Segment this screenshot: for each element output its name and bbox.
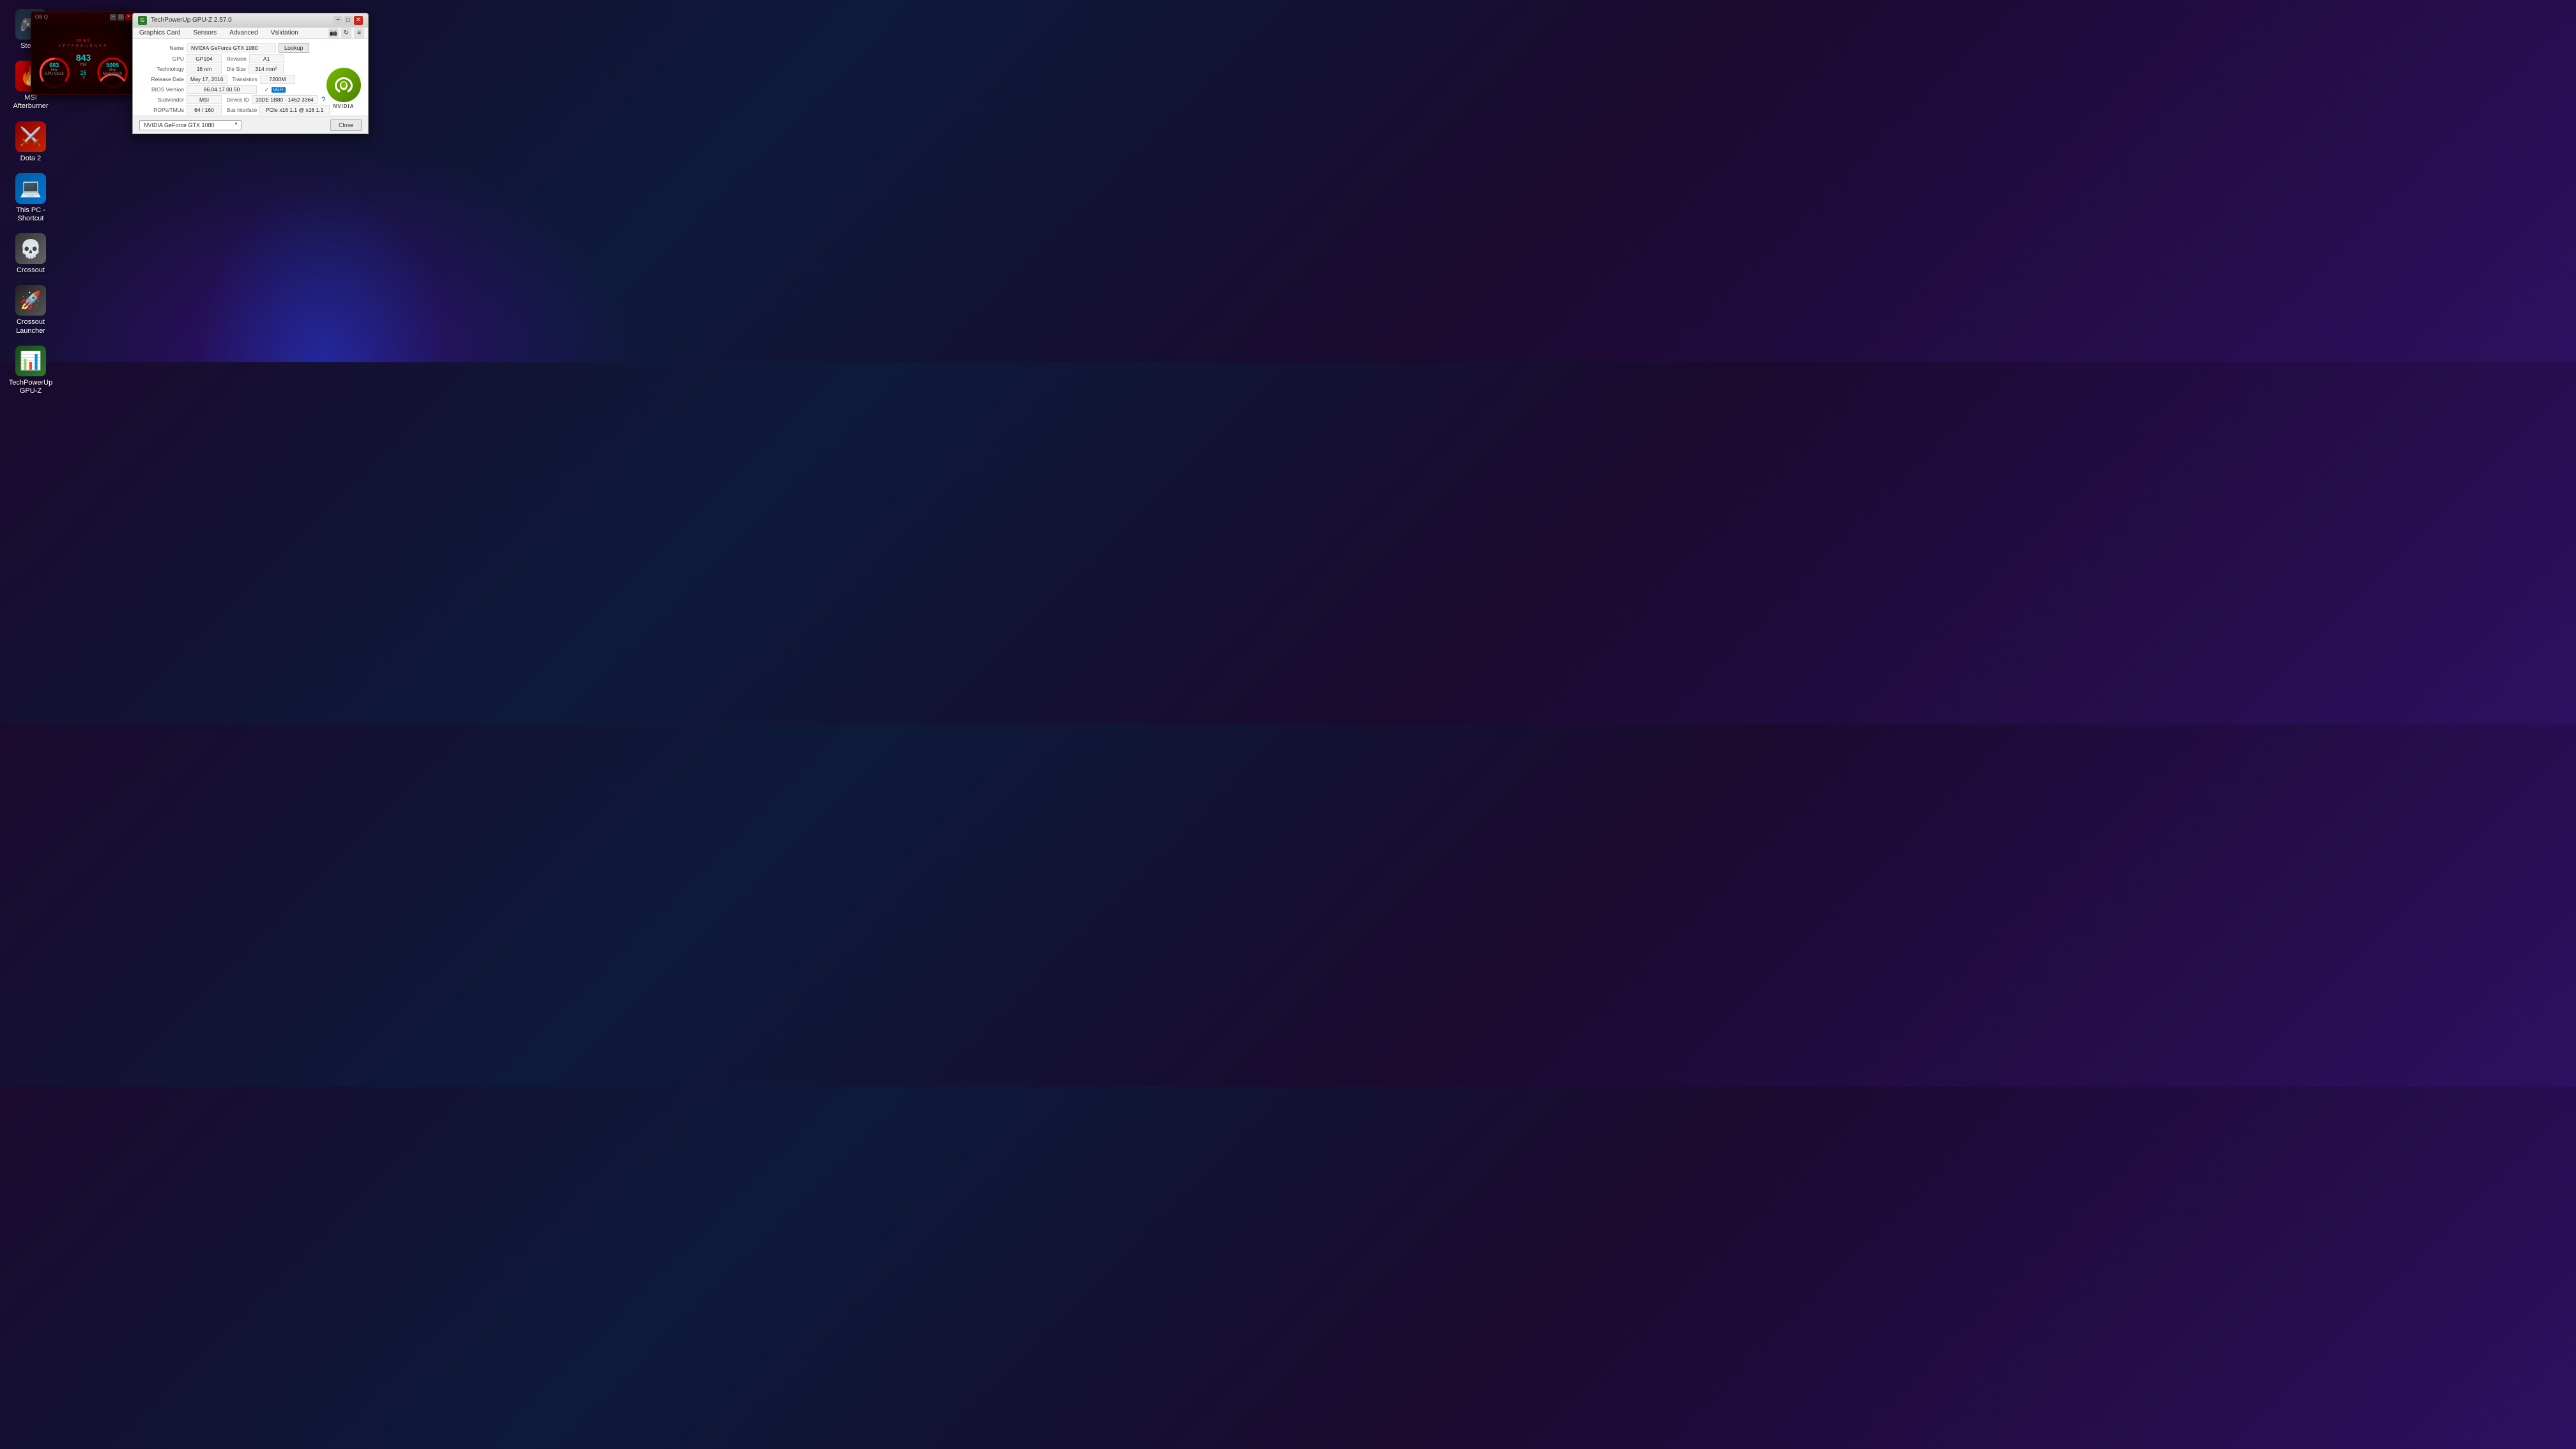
afterburner-body: msi AFTERBURNER 683 MHz GPU Clock (31, 22, 135, 94)
subvendor-label: Subvendor (138, 96, 184, 103)
gpuz-titlebar: G TechPowerUp GPU-Z 2.57.0 − □ ✕ (133, 13, 368, 27)
dota2-icon-img: ⚔️ (15, 121, 46, 152)
bios-label: BIOS Version (138, 86, 184, 93)
menu-advanced[interactable]: Advanced (227, 29, 260, 37)
gpuz-title-text: TechPowerUp GPU-Z 2.57.0 (151, 17, 232, 24)
die-size-value: 314 mm² (249, 65, 284, 73)
uefi-badge: UEFI (272, 87, 286, 93)
name-label: Name (138, 45, 184, 51)
dota2-icon-label: Dota 2 (20, 155, 41, 163)
gpuz-window: G TechPowerUp GPU-Z 2.57.0 − □ ✕ Graphic… (132, 13, 369, 134)
center-readings: 843 mV 25 °C (76, 52, 91, 80)
afterburner-close-btn[interactable]: × (125, 14, 132, 20)
afterburner-title-text: OB Q (35, 14, 48, 20)
crossout-icon[interactable]: 💀 Crossout (5, 231, 56, 277)
revision-value: A1 (249, 54, 284, 63)
gauges-row: 683 MHz GPU Clock 843 mV 25 °C (38, 52, 129, 80)
menu-sensors[interactable]: Sensors (190, 29, 219, 37)
voltage-value: 843 (76, 52, 91, 63)
this-pc-icon[interactable]: 💻 This PC -Shortcut (5, 171, 56, 226)
gpuz-icon-label: TechPowerUpGPU-Z (9, 379, 52, 395)
gpuz-content: NVIDIA Name NVIDIA GeForce GTX 1080 Look… (133, 39, 368, 116)
gpu-clock-gauge: 683 MHz GPU Clock (38, 56, 71, 76)
name-value: NVIDIA GeForce GTX 1080 (187, 43, 276, 52)
subvendor-value: MSI (187, 95, 222, 104)
bus-interface-value: PCIe x16 1.1 @ x16 1.1 (259, 105, 330, 114)
afterburner-window: OB Q − □ × msi AFTERBURNER 683 (31, 12, 136, 95)
die-size-label: Die Size (227, 66, 246, 72)
crossout-launcher-icon-img: 🚀 (15, 285, 46, 316)
crossout-icon-label: Crossout (17, 266, 45, 275)
rops-label: ROPs/TMUs (138, 107, 184, 113)
menu-more-btn[interactable]: ≡ (354, 28, 364, 38)
afterburner-subtitle-text: AFTERBURNER (58, 45, 108, 49)
technology-label: Technology (138, 66, 184, 72)
gpuz-minimize-btn[interactable]: − (334, 16, 342, 25)
gpu-selector-dropdown[interactable]: NVIDIA GeForce GTX 1080 (139, 120, 241, 130)
close-button[interactable]: Close (330, 119, 362, 131)
temp-value: 25 (76, 70, 91, 76)
nvidia-logo-area: NVIDIA (325, 68, 363, 109)
name-row: Name NVIDIA GeForce GTX 1080 Lookup (138, 43, 363, 53)
afterburner-controls: − □ × (110, 14, 132, 20)
gpuz-menubar: Graphics Card Sensors Advanced Validatio… (133, 27, 368, 39)
device-id-label: Device ID (227, 97, 249, 103)
transistors-value: 7200M (260, 75, 295, 84)
afterburner-minimize-btn[interactable]: − (110, 14, 116, 20)
bios-value: 86.04.17.00.50 (187, 85, 257, 94)
voltage-unit: mV (76, 63, 91, 67)
device-id-value: 10DE 1B80 - 1462 3364 (252, 95, 318, 104)
gpu-revision-row: GPU GP104 Revision A1 (138, 54, 363, 63)
gpu-value: GP104 (187, 54, 222, 63)
rops-value: 64 / 160 (187, 105, 222, 114)
transistors-label: Transistors (233, 77, 257, 82)
mem-clock-gauge: 5005 MHz Mem Clock (96, 56, 129, 76)
technology-value: 16 nm (187, 65, 222, 73)
gpuz-bottom-bar: NVIDIA GeForce GTX 1080 Close (133, 116, 368, 134)
crossout-launcher-icon-label: CrossoutLauncher (16, 318, 45, 335)
gpuz-win-controls: − □ ✕ (334, 16, 363, 25)
release-date-label: Release Date (138, 76, 184, 82)
gpuz-icon[interactable]: 📊 TechPowerUpGPU-Z (5, 343, 56, 398)
gpuz-title-left: G TechPowerUp GPU-Z 2.57.0 (138, 16, 232, 25)
crossout-launcher-icon[interactable]: 🚀 CrossoutLauncher (5, 282, 56, 337)
msi-afterburner-icon-label: MSIAfterburner (13, 94, 48, 111)
release-date-value: May 17, 2016 (187, 75, 227, 84)
msi-brand-logo: msi (77, 37, 91, 43)
uefi-label: ✓ (264, 87, 269, 93)
nvidia-brand-text: NVIDIA (325, 103, 363, 109)
menu-icons: 📷 ↻ ≡ (328, 28, 364, 38)
gpuz-icon-img: 📊 (15, 346, 46, 376)
this-pc-icon-img: 💻 (15, 173, 46, 204)
afterburner-title: OB Q (35, 14, 48, 20)
revision-label: Revision (227, 56, 247, 62)
bus-interface-label: Bus Interface (227, 107, 257, 113)
menu-screenshot-btn[interactable]: 📷 (328, 28, 339, 38)
afterburner-maximize-btn[interactable]: □ (118, 14, 124, 20)
crossout-icon-img: 💀 (15, 233, 46, 264)
temp-unit: °C (76, 76, 91, 80)
afterburner-titlebar: OB Q − □ × (31, 12, 135, 22)
dota2-icon[interactable]: ⚔️ Dota 2 (5, 119, 56, 165)
gpuz-maximize-btn[interactable]: □ (344, 16, 353, 25)
menu-graphics-card[interactable]: Graphics Card (137, 29, 183, 37)
gpuz-app-icon: G (138, 16, 147, 25)
gpuz-close-btn[interactable]: ✕ (354, 16, 363, 25)
msi-brand-text: msi (77, 37, 91, 43)
menu-validation[interactable]: Validation (268, 29, 301, 37)
menu-refresh-btn[interactable]: ↻ (341, 28, 351, 38)
this-pc-icon-label: This PC -Shortcut (16, 206, 45, 223)
gpu-label: GPU (138, 56, 184, 62)
lookup-btn[interactable]: Lookup (279, 43, 309, 53)
